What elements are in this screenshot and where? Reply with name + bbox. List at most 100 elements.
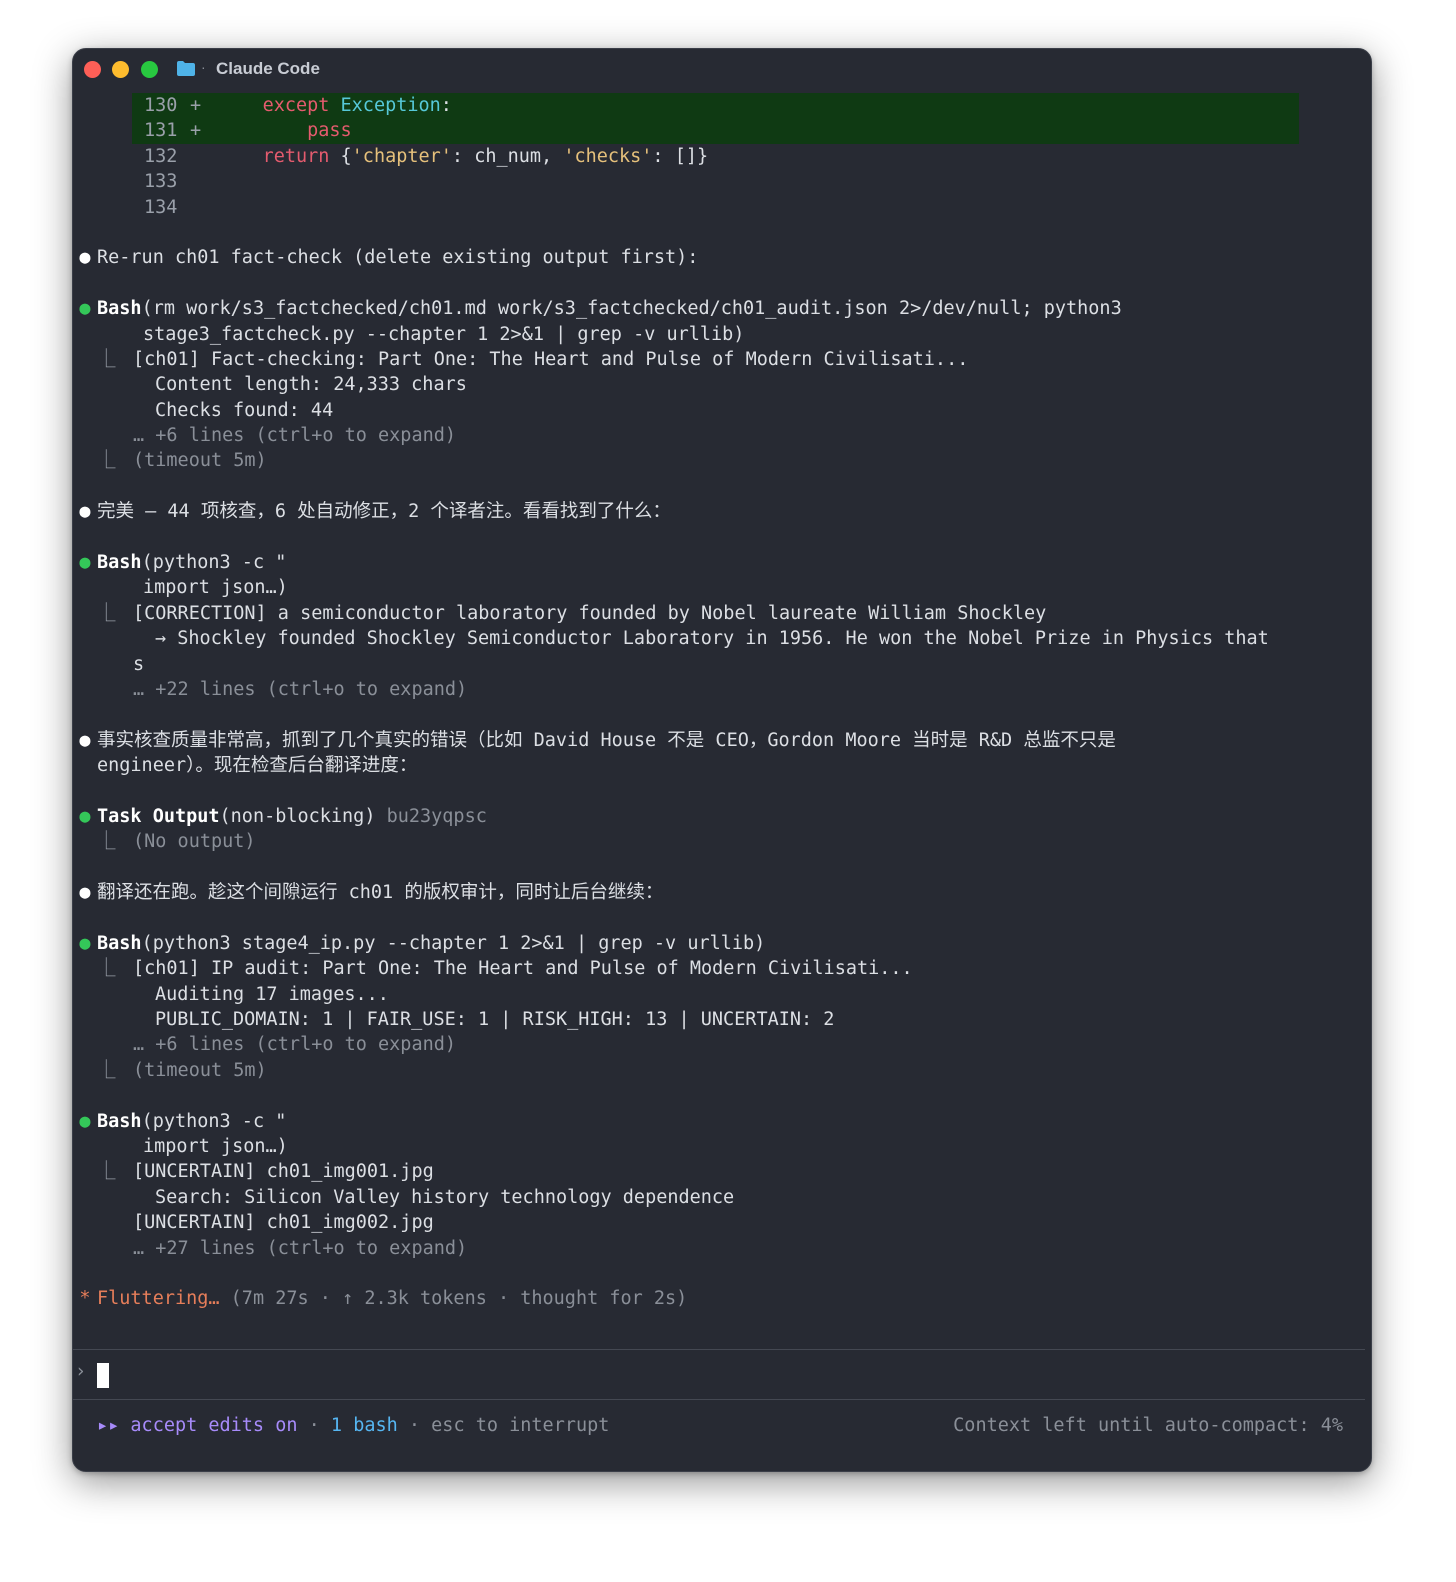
success-bullet-icon: ●: [79, 298, 91, 320]
success-bullet-icon: ●: [79, 1110, 91, 1132]
code-token: except: [262, 95, 330, 116]
code-token: pass: [307, 120, 352, 142]
expand-hint[interactable]: … +22 lines (ctrl+o to expand): [73, 677, 1371, 702]
diff-line-context: 133: [73, 169, 1371, 194]
assistant-message: ● 事实核查质量非常高，抓到了几个真实的错误（比如 David House 不是 …: [73, 728, 1371, 753]
tool-output-line: [UNCERTAIN] ch01_img002.jpg: [133, 1212, 434, 1234]
terminal-window: · Claude Code 130 + except Exception: 131 +…: [72, 48, 1372, 1472]
accept-edits-mode[interactable]: accept edits on: [119, 1415, 297, 1436]
status-label: Fluttering…: [97, 1288, 220, 1310]
tool-name: Task Output: [97, 805, 220, 827]
diff-marker: +: [190, 120, 202, 142]
expand-hint[interactable]: … +6 lines (ctrl+o to expand): [73, 423, 1371, 448]
tool-args: (non-blocking): [219, 805, 376, 827]
expand-hint[interactable]: … +27 lines (ctrl+o to expand): [73, 1236, 1371, 1261]
folder-icon: [177, 61, 195, 76]
tool-output-line: Auditing 17 images...: [155, 983, 389, 1005]
code-token: 'checks': [563, 145, 653, 167]
message-bullet-icon: ●: [79, 729, 91, 751]
output-corner-icon: ⎿: [97, 450, 116, 472]
tool-name: Bash: [97, 1110, 142, 1132]
tool-call-bash[interactable]: ● Bash(python3 -c ": [73, 550, 1371, 575]
tool-output-line: (No output): [133, 831, 256, 853]
status-details: (7m 27s · ↑ 2.3k tokens · thought for 2s…: [219, 1288, 688, 1310]
diff-view: 130 + except Exception: 131 + pass 132 retur…: [73, 93, 1371, 220]
line-number: 130: [144, 95, 178, 116]
context-remaining: Context left until auto-compact: 4%: [953, 1415, 1343, 1436]
footer-status: ▸▸ accept edits on · 1 bash · esc to int…: [97, 1415, 610, 1436]
tool-output-line: [ch01] Fact-checking: Part One: The Hear…: [133, 348, 969, 370]
tool-output-line: [ch01] IP audit: Part One: The Heart and…: [133, 958, 913, 980]
tool-call-bash[interactable]: ● Bash(python3 stage4_ip.py --chapter 1 2…: [73, 931, 1371, 956]
tool-call-bash[interactable]: ● Bash(python3 -c ": [73, 1109, 1371, 1134]
zoom-button[interactable]: [141, 61, 158, 78]
code-token: : ch_num,: [451, 145, 564, 167]
tool-command: (python3 -c ": [141, 552, 287, 574]
tool-call-bash[interactable]: ● Bash(rm work/s3_factchecked/ch01.md wor…: [73, 296, 1371, 321]
success-bullet-icon: ●: [79, 932, 91, 954]
code-token: {: [329, 145, 352, 167]
diff-line-added: 131 + pass: [132, 118, 1299, 144]
output-corner-icon: ⎿: [97, 1161, 116, 1183]
success-bullet-icon: ●: [79, 552, 91, 574]
spinner-icon: *: [79, 1288, 91, 1310]
tool-output-line: → Shockley founded Shockley Semiconducto…: [155, 628, 1269, 650]
tool-output-line: [UNCERTAIN] ch01_img001.jpg: [133, 1161, 434, 1183]
tool-name: Bash: [97, 298, 142, 320]
tool-command-continued: stage3_factcheck.py --chapter 1 2>&1 | g…: [143, 323, 745, 345]
diff-line-added: 130 + except Exception:: [132, 93, 1299, 119]
tool-command-continued: import json…): [143, 1136, 288, 1158]
diff-line-context: 134: [73, 195, 1371, 220]
assistant-message: ● 完美 — 44 项核查，6 处自动修正，2 个译者注。看看找到了什么：: [73, 499, 1371, 524]
output-corner-icon: ⎿: [97, 1059, 116, 1081]
message-bullet-icon: ●: [79, 882, 91, 904]
assistant-message-continued: engineer）。现在检查后台翻译进度：: [97, 755, 418, 777]
line-number: 133: [144, 171, 178, 193]
diff-marker: +: [190, 95, 202, 116]
text-cursor[interactable]: [97, 1363, 109, 1388]
code-token: :: [440, 95, 452, 116]
window-title: Claude Code: [216, 59, 320, 78]
tool-call-task-output[interactable]: ● Task Output(non-blocking) bu23yqpsc: [73, 804, 1371, 829]
output-corner-icon: ⎿: [97, 602, 116, 624]
input-divider-bottom: [73, 1399, 1365, 1400]
line-number: 131: [144, 120, 178, 142]
message-bullet-icon: ●: [79, 501, 91, 523]
expand-hint[interactable]: … +6 lines (ctrl+o to expand): [73, 1032, 1371, 1057]
timeout-note: (timeout 5m): [133, 1059, 267, 1081]
tool-name: Bash: [97, 932, 142, 954]
background-bash-count[interactable]: 1 bash: [331, 1415, 398, 1436]
close-button[interactable]: [84, 61, 101, 78]
output-corner-icon: ⎿: [97, 958, 116, 980]
input-divider-top: [73, 1349, 1365, 1350]
tool-output-line: s: [133, 653, 145, 675]
message-bullet-icon: ●: [79, 247, 91, 269]
timeout-note: (timeout 5m): [133, 450, 267, 472]
code-token: 'chapter': [351, 145, 452, 167]
tool-output-line: [CORRECTION] a semiconductor laboratory …: [133, 602, 1047, 624]
output-corner-icon: ⎿: [97, 348, 116, 370]
output-corner-icon: ⎿: [97, 831, 116, 853]
assistant-message: ● Re-run ch01 fact-check (delete existing…: [73, 245, 1371, 270]
code-token: Exception: [340, 95, 441, 116]
status-line: * Fluttering… (7m 27s · ↑ 2.3k tokens · t…: [73, 1286, 1371, 1311]
tool-output-line: PUBLIC_DOMAIN: 1 | FAIR_USE: 1 | RISK_HI…: [155, 1009, 835, 1031]
minimize-button[interactable]: [112, 61, 129, 78]
task-id: bu23yqpsc: [375, 805, 487, 827]
tool-command: (python3 -c ": [141, 1110, 287, 1132]
tool-name: Bash: [97, 552, 142, 574]
tool-output-line: Search: Silicon Valley history technolog…: [155, 1186, 735, 1208]
success-bullet-icon: ●: [79, 805, 91, 827]
assistant-message: ● 翻译还在跑。趁这个间隙运行 ch01 的版权审计，同时让后台继续：: [73, 880, 1371, 905]
title-separator: ·: [201, 59, 206, 75]
transcript: 130 + except Exception: 131 + pass 132 retur…: [73, 93, 1371, 1312]
line-number: 134: [144, 196, 178, 218]
interrupt-hint: esc to interrupt: [431, 1415, 610, 1436]
tool-output-line: Content length: 24,333 chars: [155, 374, 467, 396]
code-token: return: [262, 145, 330, 167]
title-bar: · Claude Code: [73, 49, 1371, 89]
